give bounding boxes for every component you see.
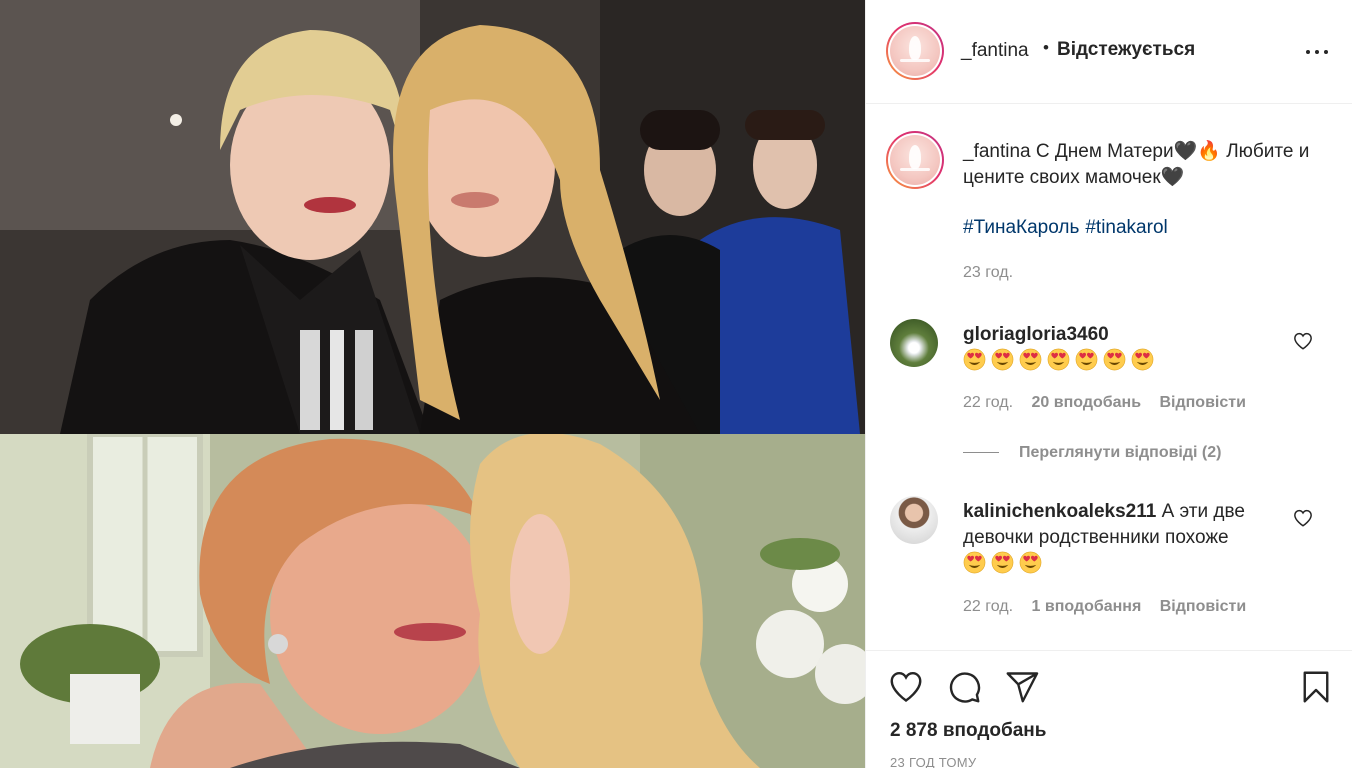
comment-avatar[interactable] <box>890 496 938 544</box>
heart-eyes-emoji <box>1131 348 1154 371</box>
reply-button[interactable]: Відповісти <box>1160 598 1246 615</box>
comment-body: gloriagloria3460 <box>963 322 1283 375</box>
caption-avatar[interactable] <box>886 131 944 189</box>
heart-eyes-emoji <box>1075 348 1098 371</box>
post-sidebar: _fantina • Відстежується _fantina С Днем… <box>865 0 1352 768</box>
comment-emojis <box>963 348 1159 375</box>
post-actions: 2 878 вподобань 23 ГОД ТОМУ <box>866 650 1352 768</box>
comment-avatar[interactable] <box>890 319 938 367</box>
separator-dot: • <box>1043 38 1049 57</box>
comment-username[interactable]: kalinichenkoaleks211 <box>963 501 1156 522</box>
heart-icon[interactable] <box>888 669 924 705</box>
caption-hashtags: #ТинаКароль #tinakarol <box>963 217 1174 239</box>
share-icon[interactable] <box>1004 669 1040 705</box>
profile-username[interactable]: _fantina <box>961 40 1029 62</box>
replies-divider <box>963 452 999 454</box>
comment-meta: 22 год. 20 вподобань Відповісти <box>963 394 1260 412</box>
post-photo[interactable] <box>0 0 865 768</box>
comment-username[interactable]: gloriagloria3460 <box>963 324 1109 345</box>
view-replies-button[interactable]: Переглянути відповіді (2) <box>963 444 1221 462</box>
comments-section: _fantina С Днем Матери🖤🔥 Любите и цените… <box>866 104 1352 650</box>
caption-timestamp: 23 год. <box>963 264 1014 281</box>
heart-eyes-emoji <box>1019 551 1042 574</box>
caption-username[interactable]: _fantina <box>963 141 1031 162</box>
heart-icon[interactable] <box>1293 509 1313 527</box>
post-header: _fantina • Відстежується <box>866 0 1352 104</box>
heart-eyes-emoji <box>963 348 986 371</box>
likes-count[interactable]: 2 878 вподобань <box>890 720 1046 742</box>
profile-avatar[interactable] <box>886 22 944 80</box>
comment-meta: 22 год. 1 вподобання Відповісти <box>963 598 1260 616</box>
hashtag-link[interactable]: #tinakarol <box>1085 217 1167 238</box>
reply-button[interactable]: Відповісти <box>1159 394 1245 411</box>
hashtag-link[interactable]: #ТинаКароль <box>963 217 1079 238</box>
photo-bottom-illustration <box>0 434 865 768</box>
more-options-icon[interactable] <box>1305 42 1329 62</box>
heart-eyes-emoji <box>1103 348 1126 371</box>
heart-eyes-emoji <box>991 551 1014 574</box>
comment-time: 22 год. <box>963 394 1014 411</box>
comment-emojis <box>963 551 1047 578</box>
bookmark-icon[interactable] <box>1298 669 1334 705</box>
photo-top-collage <box>0 0 865 434</box>
heart-eyes-emoji <box>963 551 986 574</box>
heart-eyes-emoji <box>991 348 1014 371</box>
photo-bottom-collage <box>0 434 865 768</box>
comment-likes[interactable]: 1 вподобання <box>1032 598 1142 615</box>
heart-eyes-emoji <box>1019 348 1042 371</box>
view-replies-label: Переглянути відповіді (2) <box>1019 444 1222 461</box>
comment-time: 22 год. <box>963 598 1014 615</box>
photo-top-illustration <box>0 0 865 434</box>
heart-eyes-emoji <box>1047 348 1070 371</box>
heart-icon[interactable] <box>1293 332 1313 350</box>
post-caption: _fantina С Днем Матери🖤🔥 Любите и цените… <box>963 139 1323 191</box>
comment-likes[interactable]: 20 вподобань <box>1032 394 1142 411</box>
comment-icon[interactable] <box>946 669 982 705</box>
comment-body: kalinichenkoaleks211 А эти две девочки р… <box>963 499 1283 578</box>
following-status[interactable]: Відстежується <box>1057 39 1195 61</box>
post-timestamp: 23 ГОД ТОМУ <box>890 755 977 768</box>
